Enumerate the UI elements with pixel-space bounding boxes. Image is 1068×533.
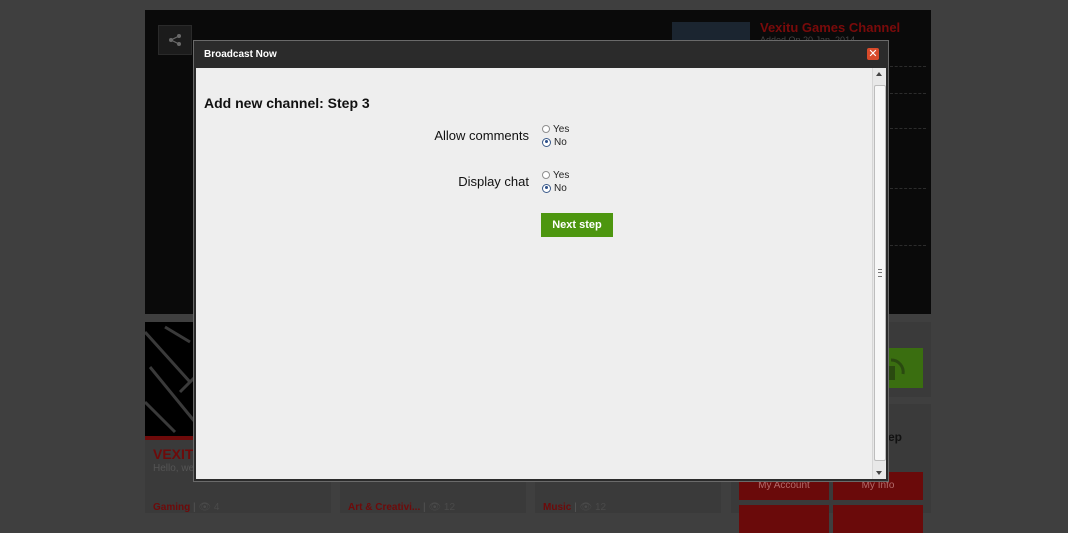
divider (890, 245, 926, 246)
radio-label: Yes (553, 123, 570, 135)
view-count: 12 (595, 502, 607, 513)
card-category[interactable]: Gaming (153, 502, 190, 513)
card-meta: Gaming | 👁 4 (153, 502, 220, 513)
account-button-extra[interactable] (833, 505, 923, 533)
card-category[interactable]: Art & Creativi... (348, 502, 420, 513)
eye-icon: 👁 (198, 502, 212, 513)
display-chat-yes-radio[interactable] (542, 171, 550, 179)
display-chat-no[interactable]: No (542, 182, 567, 194)
divider (890, 188, 926, 189)
card-meta: Art & Creativi... | 👁 12 (348, 502, 456, 513)
card-category[interactable]: Music (543, 502, 571, 513)
allow-comments-label: Allow comments (434, 128, 529, 143)
close-icon[interactable]: ✕ (867, 48, 879, 60)
modal-title: Broadcast Now (204, 49, 277, 60)
display-chat-yes[interactable]: Yes (542, 169, 569, 181)
radio-label: No (554, 136, 567, 148)
radio-label: No (554, 182, 567, 194)
scroll-thumb[interactable] (874, 85, 886, 461)
radio-label: Yes (553, 169, 570, 181)
allow-comments-yes[interactable]: Yes (542, 123, 569, 135)
scroll-down-icon[interactable] (876, 471, 882, 475)
modal-header: Broadcast Now ✕ (194, 41, 888, 68)
broadcast-button[interactable] (886, 348, 923, 388)
broadcast-modal: Broadcast Now ✕ Add new channel: Step 3 … (193, 40, 889, 482)
allow-comments-yes-radio[interactable] (542, 125, 550, 133)
card-description: Hello, we (153, 463, 195, 474)
share-icon (169, 34, 181, 46)
step-heading: Add new channel: Step 3 (204, 95, 370, 111)
scroll-grip-icon (878, 269, 882, 277)
divider (890, 66, 926, 67)
view-count: 12 (443, 502, 456, 513)
card-meta: Music | 👁 12 (543, 502, 607, 513)
display-chat-label: Display chat (458, 174, 529, 189)
scroll-up-icon[interactable] (876, 72, 882, 76)
panel-heading: ep (888, 430, 903, 444)
eye-icon: 👁 (428, 502, 442, 513)
share-button[interactable] (158, 25, 192, 55)
broadcast-icon (889, 358, 905, 380)
allow-comments-no-radio[interactable] (542, 137, 551, 147)
modal-body: Add new channel: Step 3 Allow comments Y… (196, 68, 886, 479)
side-video-title[interactable]: Vexitu Games Channel (760, 20, 900, 35)
account-button-extra[interactable] (739, 505, 829, 533)
modal-scrollbar[interactable] (872, 68, 886, 479)
view-count: 4 (213, 502, 220, 513)
eye-icon: 👁 (579, 502, 593, 513)
allow-comments-no[interactable]: No (542, 136, 567, 148)
divider (890, 93, 926, 94)
divider (890, 128, 926, 129)
next-step-button[interactable]: Next step (541, 213, 613, 237)
display-chat-no-radio[interactable] (542, 183, 551, 193)
